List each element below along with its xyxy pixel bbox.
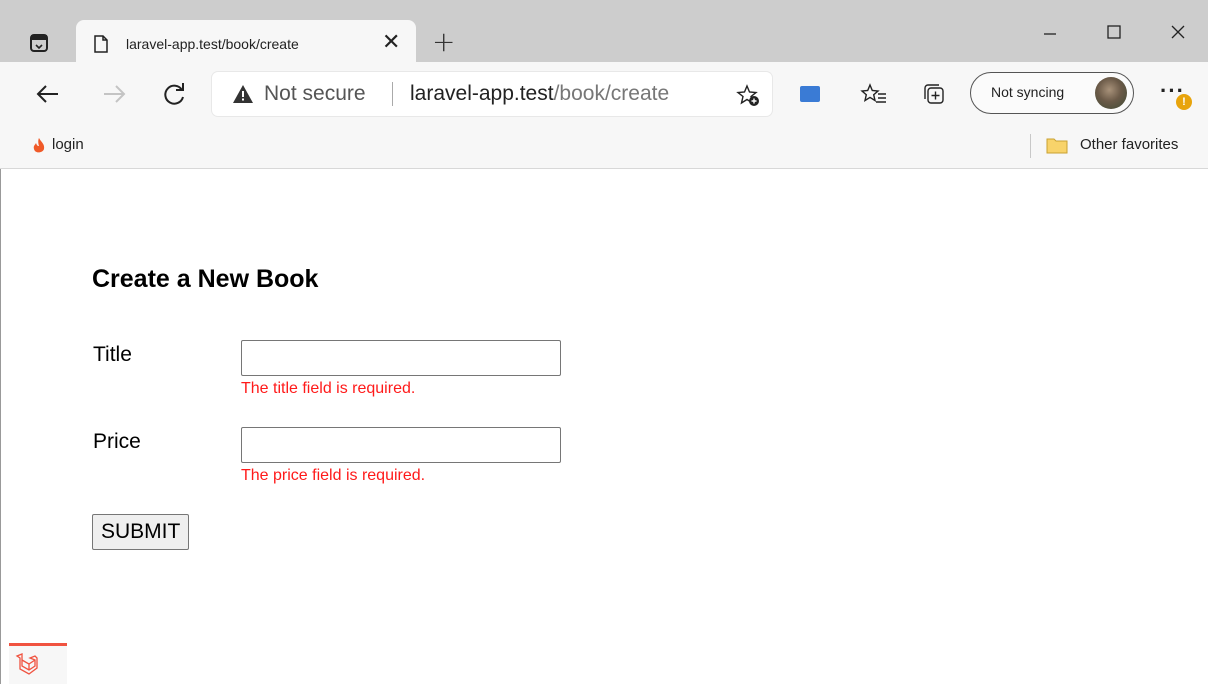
tab-active[interactable]: laravel-app.test/book/create ✕ [76,20,416,68]
folder-icon [1046,137,1068,154]
avatar [1095,77,1127,109]
page-content: Create a New Book Title The title field … [0,169,1208,684]
address-divider [392,82,393,106]
url-host: laravel-app.test [410,82,554,105]
security-label[interactable]: Not secure [264,82,366,106]
url-text[interactable]: laravel-app.test/book/create [410,82,669,106]
title-label: Title [93,343,132,366]
price-input[interactable] [241,427,561,463]
page-title: Create a New Book [92,265,319,293]
price-label: Price [93,430,141,453]
window-close-button[interactable] [1158,14,1198,44]
laravel-icon [15,652,39,676]
title-error: The title field is required. [241,380,416,397]
navigation-bar: Not secure laravel-app.test/book/create … [0,62,1208,124]
new-tab-button[interactable]: + [432,28,455,56]
maximize-button[interactable] [1094,14,1134,44]
tab-actions-icon[interactable] [28,32,50,54]
update-badge: ! [1176,94,1192,110]
laravel-debugbar-tab[interactable] [9,643,67,684]
back-icon[interactable] [34,80,62,108]
warning-icon[interactable] [232,83,254,105]
favorites-bar: login Other favorites [0,124,1208,169]
favorite-label: login [52,136,84,153]
collections-icon[interactable] [920,80,948,108]
favorites-divider [1030,134,1031,158]
page-icon [92,34,110,54]
refresh-icon[interactable] [160,80,188,108]
minimize-button[interactable] [1030,14,1070,44]
add-favorite-icon[interactable] [736,83,760,107]
browser-chrome: laravel-app.test/book/create ✕ + Not sec… [0,0,1208,169]
price-error: The price field is required. [241,467,426,484]
forward-icon[interactable] [100,80,128,108]
url-path: /book/create [553,82,670,105]
title-input[interactable] [241,340,561,376]
flame-icon [32,137,46,155]
tab-close-button[interactable]: ✕ [382,31,400,53]
tab-title: laravel-app.test/book/create [126,36,299,52]
address-bar[interactable]: Not secure laravel-app.test/book/create [212,72,772,116]
sync-label: Not syncing [991,84,1065,100]
submit-button[interactable]: SUBMIT [92,514,190,550]
tab-bar: laravel-app.test/book/create ✕ + [0,0,1208,68]
profile-sync-button[interactable]: Not syncing [970,72,1134,114]
favorites-icon[interactable] [860,80,888,108]
other-favorites-label: Other favorites [1080,136,1179,153]
cast-extension-icon[interactable] [800,86,820,102]
